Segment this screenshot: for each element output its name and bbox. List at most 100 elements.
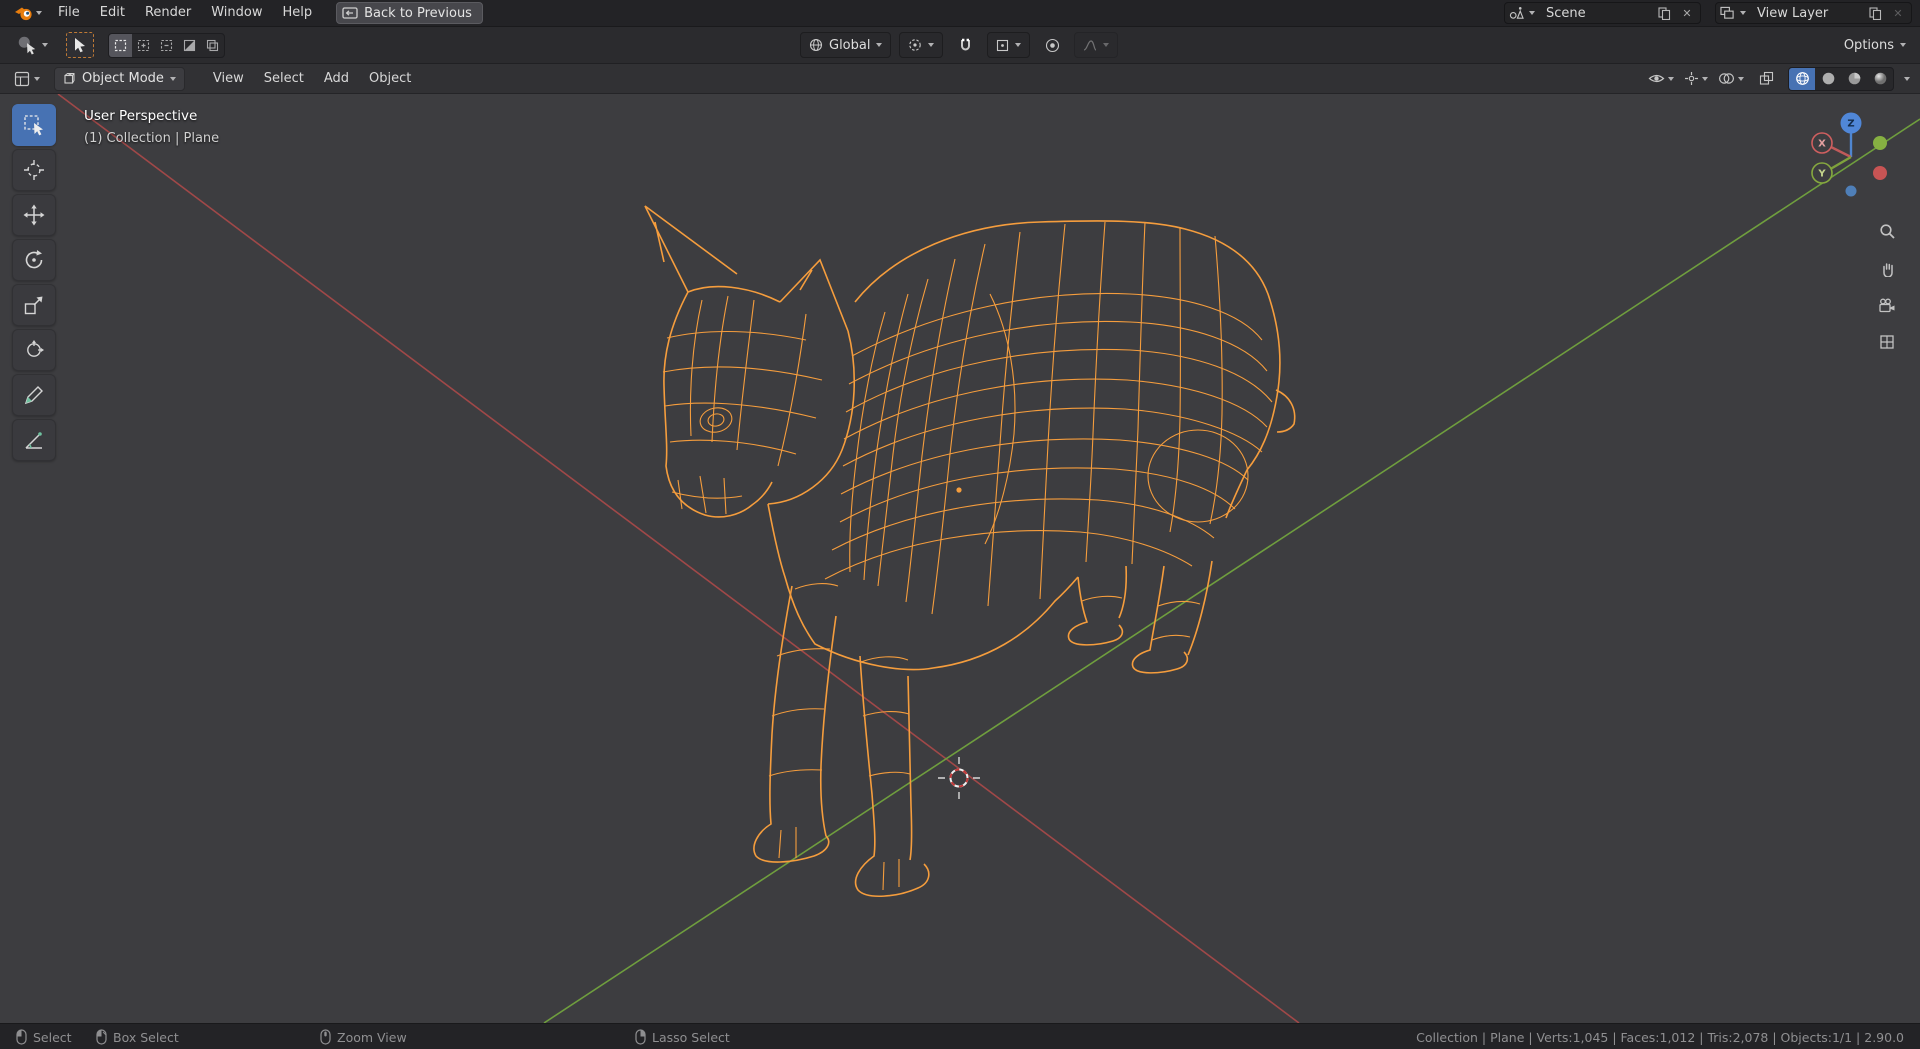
xray-icon: [1759, 71, 1773, 85]
tool-measure[interactable]: [12, 419, 56, 461]
viewport-header-right: [1648, 66, 1910, 91]
show-gizmo-dropdown[interactable]: [1684, 71, 1708, 86]
menu-window[interactable]: Window: [201, 0, 272, 26]
caret-down-icon: [928, 43, 935, 47]
hint-select-label: Select: [33, 1029, 72, 1045]
caret-down-icon: [1738, 76, 1744, 81]
menu-render[interactable]: Render: [135, 0, 201, 26]
tool-transform[interactable]: [12, 329, 56, 371]
gizmo-y-negative-dot[interactable]: [1873, 136, 1887, 150]
view-layer-name-label: View Layer: [1757, 5, 1829, 21]
gizmo-z-negative-dot[interactable]: [1845, 185, 1857, 197]
object-origin-dot: [956, 487, 962, 493]
object-mode-icon: [64, 73, 75, 84]
shading-solid-button[interactable]: [1815, 68, 1841, 90]
blender-window: File Edit Render Window Help Back to Pre…: [0, 0, 1920, 1049]
gizmo-axis-balls[interactable]: Z X Y: [1811, 112, 1887, 197]
shading-wireframe-button[interactable]: [1789, 67, 1815, 90]
keymap-hint-select: Select: [16, 1024, 72, 1049]
scene-unlink-button[interactable]: ✕: [1678, 4, 1696, 22]
mouse-right-icon: [635, 1029, 646, 1045]
view-layer-selector[interactable]: View Layer ✕: [1715, 2, 1912, 24]
magnifier-icon: [1879, 223, 1895, 239]
duplicate-icon: [1868, 6, 1881, 20]
tool-scale[interactable]: [12, 284, 56, 326]
viewport-shading-group: [1788, 66, 1894, 91]
viewport-canvas[interactable]: [0, 94, 1920, 1023]
proportional-falloff-dropdown[interactable]: [1074, 32, 1119, 58]
camera-view-button[interactable]: [1872, 290, 1902, 320]
active-tool-icon: [18, 36, 36, 55]
back-to-previous-button[interactable]: Back to Previous: [336, 2, 483, 24]
keymap-hint-zoom-view: Zoom View: [320, 1024, 407, 1049]
active-tool-dropdown[interactable]: [12, 32, 52, 58]
snap-toggle-button[interactable]: [951, 32, 979, 58]
rotate-icon: [25, 250, 43, 269]
viewport-header: Object Mode View Select Add Object: [0, 64, 1920, 94]
select-mode-new-button[interactable]: [109, 33, 132, 57]
tool-move[interactable]: [12, 194, 56, 236]
menu-object[interactable]: Object: [359, 65, 421, 93]
wireframe-mesh-cat[interactable]: [644, 205, 1296, 898]
transform-orientation-dropdown[interactable]: Global: [800, 32, 892, 58]
move-icon: [23, 204, 45, 226]
select-box-icon: [24, 115, 43, 136]
snap-settings-dropdown[interactable]: [987, 32, 1031, 58]
scene-new-copy-button[interactable]: [1655, 4, 1673, 22]
scene-selector[interactable]: Scene ✕: [1504, 2, 1701, 24]
select-mode-extend-button[interactable]: [132, 34, 155, 57]
tweak-tool-button[interactable]: [66, 32, 94, 58]
cursor-3d-icon: [24, 160, 44, 180]
menu-add[interactable]: Add: [314, 65, 359, 93]
toggle-ortho-button[interactable]: [1872, 327, 1902, 357]
keymap-hint-lasso-select: Lasso Select: [635, 1024, 730, 1049]
tool-annotate[interactable]: [12, 374, 56, 416]
keymap-hint-box-select: Box Select: [96, 1024, 179, 1049]
hint-lasso-select-label: Lasso Select: [652, 1029, 730, 1045]
camera-icon: [1879, 298, 1895, 312]
caret-down-icon: [42, 43, 48, 47]
editor-type-dropdown[interactable]: [10, 69, 44, 89]
view-layer-remove-button[interactable]: ✕: [1889, 4, 1907, 22]
shading-material-button[interactable]: [1841, 68, 1867, 90]
menu-edit[interactable]: Edit: [90, 0, 135, 26]
select-mode-subtract-button[interactable]: [155, 34, 178, 57]
mode-dropdown[interactable]: Object Mode: [54, 66, 185, 91]
mode-label: Object Mode: [82, 71, 164, 86]
gizmo-x-negative-dot[interactable]: [1873, 166, 1887, 180]
viewport-3d[interactable]: User Perspective (1) Collection | Plane: [0, 94, 1920, 1023]
viewport-side-buttons: [1872, 216, 1902, 357]
tool-cursor[interactable]: [12, 149, 56, 191]
hand-icon: [1882, 262, 1893, 277]
select-mode-invert-button[interactable]: [178, 34, 201, 57]
close-icon: ✕: [1893, 6, 1903, 20]
caret-down-icon: [1702, 76, 1708, 81]
tool-select-box[interactable]: [12, 104, 56, 146]
shading-rendered-button[interactable]: [1867, 68, 1893, 90]
menu-view[interactable]: View: [203, 65, 254, 93]
select-mode-intersect-button[interactable]: [201, 34, 224, 57]
view-perspective-label: User Perspective: [84, 108, 198, 124]
caret-down-icon: [34, 76, 40, 81]
back-button-label: Back to Previous: [364, 5, 472, 21]
view-layer-add-button[interactable]: [1866, 4, 1884, 22]
proportional-edit-toggle[interactable]: [1038, 32, 1066, 58]
menu-select[interactable]: Select: [254, 65, 314, 93]
xray-toggle-button[interactable]: [1754, 67, 1778, 91]
blender-logo-menu[interactable]: [8, 6, 48, 21]
object-visibility-dropdown[interactable]: [1648, 72, 1674, 85]
tool-rotate[interactable]: [12, 239, 56, 281]
annotate-pen-icon: [24, 386, 43, 405]
caret-down-icon: [1668, 76, 1674, 81]
navigation-gizmo[interactable]: Z X Y: [1796, 102, 1906, 212]
blender-logo-icon: [15, 7, 32, 20]
pivot-point-dropdown[interactable]: [899, 32, 944, 58]
show-overlays-dropdown[interactable]: [1718, 72, 1744, 85]
options-dropdown[interactable]: Options: [1844, 38, 1906, 53]
menu-file[interactable]: File: [48, 0, 90, 26]
caret-down-icon: [1904, 76, 1910, 81]
active-object-context-label: (1) Collection | Plane: [84, 131, 220, 146]
zoom-view-button[interactable]: [1872, 216, 1902, 246]
pan-view-button[interactable]: [1872, 253, 1902, 283]
menu-help[interactable]: Help: [273, 0, 323, 26]
